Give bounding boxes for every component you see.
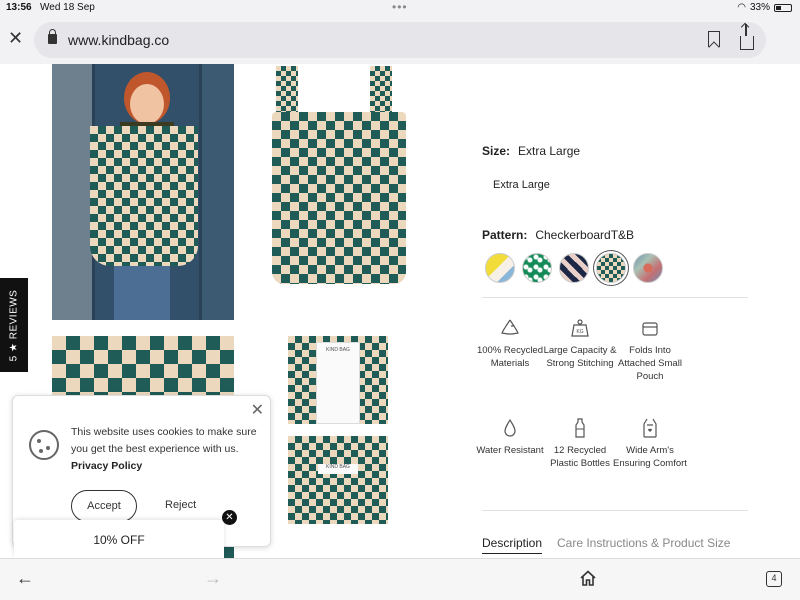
pouch-icon: [642, 322, 658, 336]
pattern-swatch-5[interactable]: [633, 253, 663, 283]
pattern-swatch-3[interactable]: [559, 253, 589, 283]
web-page: KIND BAG KIND BAG 5 ★ REVIEWS Size: Extra…: [0, 64, 800, 558]
product-photo-bag[interactable]: [248, 64, 430, 302]
share-icon[interactable]: [740, 24, 754, 50]
discount-offer-tab[interactable]: 10% OFF: [14, 520, 224, 558]
privacy-policy-link[interactable]: Privacy Policy: [71, 460, 142, 472]
size-selector-label: Size: Extra Large: [482, 144, 580, 158]
pattern-swatch-2[interactable]: [522, 253, 552, 283]
tab-description[interactable]: Description: [482, 536, 543, 554]
status-time: 13:56: [6, 2, 32, 13]
feature-label: 100% Recycled Materials: [476, 345, 543, 369]
pattern-swatches: [485, 253, 663, 283]
status-indicators: ◠ 33%: [737, 2, 792, 13]
feature-label: Water Resistant: [476, 445, 544, 456]
tab-count-button[interactable]: 4: [766, 571, 782, 587]
url-text[interactable]: www.kindbag.co: [68, 32, 169, 48]
pouch-tag: KIND BAG: [318, 464, 358, 474]
close-icon[interactable]: ✕: [8, 28, 23, 49]
tab-care-instructions[interactable]: Care Instructions & Product Size: [557, 536, 730, 550]
status-date: Wed 18 Sep: [40, 2, 95, 13]
feature-label: Large Capacity & Strong Stitching: [543, 345, 617, 369]
feature-pouch: Folds Into Attached Small Pouch: [610, 318, 690, 383]
photo-model-bag: [90, 126, 198, 266]
forward-arrow-icon[interactable]: →: [204, 568, 222, 589]
weight-icon: KG: [571, 319, 589, 337]
close-icon[interactable]: ✕: [251, 400, 264, 420]
back-arrow-icon[interactable]: ←: [16, 568, 34, 589]
browser-toolbar: ← → 4: [0, 558, 800, 600]
battery-percent: 33%: [749, 2, 770, 13]
divider: [482, 297, 748, 298]
feature-recycled: 100% Recycled Materials: [470, 318, 550, 370]
status-bar: 13:56 Wed 18 Sep ••• ◠ 33%: [0, 0, 800, 16]
wifi-icon: ◠: [737, 2, 746, 13]
cookie-icon: [29, 430, 59, 460]
bookmark-icon[interactable]: [708, 31, 720, 47]
reject-cookies-button[interactable]: Reject: [165, 499, 196, 511]
pattern-selector-label: Pattern: CheckerboardT&B: [482, 228, 634, 242]
pouch-folded: [288, 436, 388, 524]
browser-address-bar: ✕ www.kindbag.co: [0, 16, 800, 64]
feature-arms: Wide Arm's Ensuring Comfort: [610, 418, 690, 470]
recycle-icon: [501, 319, 519, 335]
water-drop-icon: [504, 418, 516, 437]
photo-model-legs: [114, 264, 170, 320]
bottle-icon: [575, 418, 585, 438]
feature-water: Water Resistant: [470, 418, 550, 457]
feature-grid: 100% Recycled Materials KG Large Capacit…: [476, 314, 748, 504]
bag-body: [272, 112, 406, 284]
reviews-tab[interactable]: 5 ★ REVIEWS: [0, 278, 28, 372]
offer-label: 10% OFF: [93, 533, 145, 547]
accept-cookies-button[interactable]: Accept: [71, 490, 137, 522]
home-icon[interactable]: [580, 570, 596, 586]
reviews-tab-label: 5 ★ REVIEWS: [8, 289, 20, 361]
pattern-label: Pattern:: [482, 228, 528, 242]
cookie-message: This website uses cookies to make sure y…: [71, 426, 257, 455]
feature-label: 12 Recycled Plastic Bottles: [550, 445, 610, 469]
feature-label: Folds Into Attached Small Pouch: [618, 345, 682, 382]
close-icon[interactable]: ✕: [222, 510, 237, 525]
multitask-dots-icon[interactable]: •••: [392, 0, 408, 14]
bag-icon: [643, 418, 657, 438]
photo-model-head: [130, 84, 164, 124]
feature-bottles: 12 Recycled Plastic Bottles: [540, 418, 620, 470]
battery-icon: [774, 3, 792, 12]
divider: [482, 510, 748, 511]
size-option-extra-large[interactable]: Extra Large: [493, 179, 550, 191]
product-photo-pouch[interactable]: KIND BAG KIND BAG: [248, 318, 430, 546]
pouch-packaging-label: KIND BAG: [316, 342, 360, 424]
photo-wall: [52, 64, 92, 320]
size-value: Extra Large: [518, 144, 581, 158]
url-field[interactable]: www.kindbag.co: [34, 22, 766, 58]
svg-text:KG: KG: [576, 329, 583, 335]
size-label: Size:: [482, 144, 511, 158]
lock-icon: [48, 29, 57, 44]
pattern-swatch-1[interactable]: [485, 253, 515, 283]
feature-label: Wide Arm's Ensuring Comfort: [613, 445, 687, 469]
product-photo-model[interactable]: [52, 64, 234, 320]
pattern-value: CheckerboardT&B: [535, 228, 635, 242]
feature-capacity: KG Large Capacity & Strong Stitching: [540, 318, 620, 370]
pattern-swatch-checkerboard[interactable]: [596, 253, 626, 283]
